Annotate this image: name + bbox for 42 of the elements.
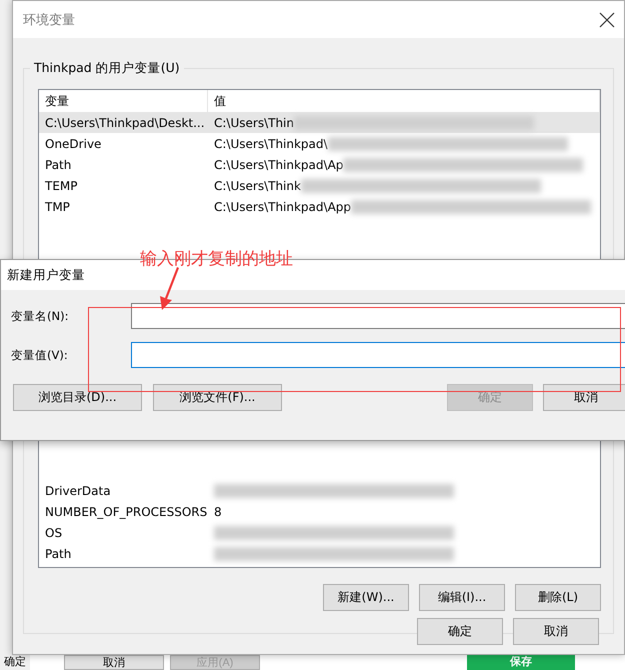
variable-name: Path xyxy=(44,546,72,560)
dialog-button[interactable]: 取消 xyxy=(513,618,599,645)
list-row[interactable]: OS xyxy=(39,522,600,543)
variable-name: C:\Users\Thinkpad\Deskt... xyxy=(44,116,206,130)
variable-value: C:\Users\Thin xyxy=(214,116,294,130)
list-action-button[interactable]: 新建(W)... xyxy=(323,584,409,611)
group-title: Thinkpad 的用户变量(U) xyxy=(30,60,184,77)
browse-button[interactable]: 浏览文件(F)... xyxy=(153,384,282,411)
browse-button[interactable]: 浏览目录(D)... xyxy=(13,384,142,411)
variable-name: OneDrive xyxy=(44,136,102,150)
variable-value: 8 xyxy=(214,504,222,518)
variable-name: OS xyxy=(44,526,64,540)
variable-name: TMP xyxy=(44,200,71,214)
list-row[interactable]: DriverData xyxy=(39,480,600,501)
list-row[interactable]: C:\Users\Thinkpad\Deskt... C:\Users\Thin xyxy=(39,112,600,133)
list-row[interactable]: Path xyxy=(39,543,600,564)
list-row[interactable]: NUMBER_OF_PROCESSORS 8 xyxy=(39,501,600,522)
dialog-title: 新建用户变量 xyxy=(7,266,85,284)
list-action-button[interactable]: 删除(L) xyxy=(515,584,601,611)
input-field[interactable] xyxy=(131,303,625,329)
annotation-text: 输入刚才复制的地址 xyxy=(140,249,293,269)
variable-value: C:\Users\Thinkpad\App xyxy=(214,200,352,214)
field-label: 变量值(V): xyxy=(11,348,69,362)
variable-value: C:\Users\Think xyxy=(214,178,301,192)
field-label: 变量名(N): xyxy=(11,308,70,324)
variable-name: Path xyxy=(44,158,72,172)
variable-value: C:\Users\Thinkpad\Ap xyxy=(214,158,344,172)
window-title: 环境变量 xyxy=(23,12,75,28)
close-icon[interactable] xyxy=(598,10,616,28)
dialog-button[interactable]: 确定 xyxy=(417,618,503,645)
input-field[interactable] xyxy=(131,342,625,368)
list-row[interactable]: Path C:\Users\Thinkpad\Ap xyxy=(39,154,600,175)
variable-value: C:\Users\Thinkpad\ xyxy=(214,136,328,150)
list-row[interactable]: TEMP C:\Users\Think xyxy=(39,175,600,196)
list-action-button[interactable]: 编辑(I)... xyxy=(419,584,505,611)
app-button[interactable]: 确定 xyxy=(0,655,30,670)
variable-name: NUMBER_OF_PROCESSORS xyxy=(44,504,208,518)
app-button[interactable]: 取消 xyxy=(64,655,164,670)
list-row[interactable]: OneDrive C:\Users\Thinkpad\ xyxy=(39,133,600,154)
list-row[interactable]: TMP C:\Users\Thinkpad\App xyxy=(39,196,600,217)
variable-name: TEMP xyxy=(44,178,79,192)
variable-name: DriverData xyxy=(44,484,112,498)
